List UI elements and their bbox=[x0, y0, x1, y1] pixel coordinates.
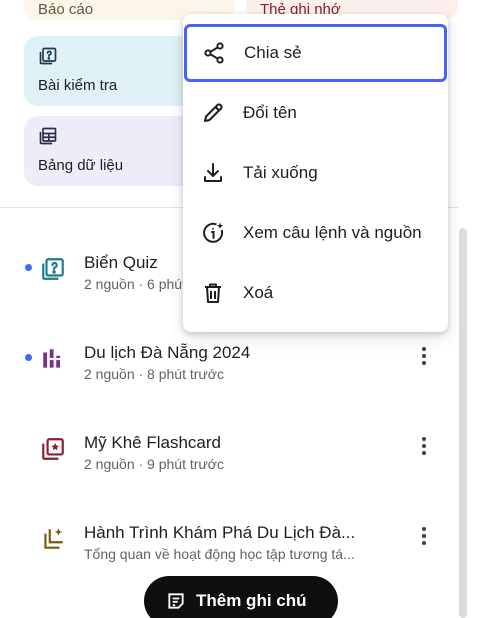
share-icon bbox=[204, 42, 224, 64]
menu-item-label: Tải xuống bbox=[243, 163, 318, 182]
menu-item-download[interactable]: Tải xuống bbox=[183, 144, 448, 202]
more-options-button[interactable] bbox=[412, 524, 436, 548]
menu-item-label: Chia sẻ bbox=[244, 43, 302, 62]
note-icon bbox=[168, 593, 184, 609]
unread-dot bbox=[25, 264, 32, 271]
menu-item-label: Đổi tên bbox=[243, 103, 297, 122]
scrollbar-track[interactable] bbox=[470, 0, 485, 618]
more-options-button[interactable] bbox=[412, 434, 436, 458]
flashcard-icon bbox=[42, 438, 64, 460]
quiz-card-label: Bài kiểm tra bbox=[38, 77, 118, 94]
quiz-icon bbox=[42, 258, 64, 280]
note-item[interactable]: Hành Trình Khám Phá Du Lịch Đà... Tổng q… bbox=[0, 506, 458, 566]
menu-item-rename[interactable]: Đổi tên bbox=[183, 84, 448, 142]
trash-icon bbox=[205, 283, 221, 303]
note-title: Biển Quiz bbox=[84, 253, 158, 272]
note-meta: Tổng quan về hoạt động học tập tương tá.… bbox=[84, 546, 355, 562]
note-title: Hành Trình Khám Phá Du Lịch Đà... bbox=[84, 523, 356, 542]
menu-item-label: Xem câu lệnh và nguồn bbox=[243, 223, 422, 242]
note-item[interactable]: Mỹ Khê Flashcard 2 nguồn · 9 phút trước bbox=[0, 416, 458, 476]
add-note-label: Thêm ghi chú bbox=[196, 591, 307, 610]
info-sparkle-icon bbox=[203, 222, 224, 243]
note-meta: 2 nguồn · 9 phút trước bbox=[84, 456, 224, 472]
pencil-icon bbox=[204, 103, 223, 122]
data-table-icon bbox=[43, 349, 61, 368]
scrollbar-thumb[interactable] bbox=[459, 228, 467, 618]
note-context-menu: Chia sẻ Đổi tên Tải xuống Xem câu lệnh v… bbox=[183, 14, 448, 332]
note-title: Du lịch Đà Nẵng 2024 bbox=[84, 343, 251, 362]
report-icon bbox=[44, 528, 63, 549]
unread-dot bbox=[25, 354, 32, 361]
menu-item-share[interactable]: Chia sẻ bbox=[184, 24, 447, 82]
data-table-card-label: Bảng dữ liệu bbox=[38, 157, 124, 174]
download-icon bbox=[204, 163, 222, 182]
note-meta: 2 nguồn · 8 phút trước bbox=[84, 366, 224, 382]
data-table-card-icon bbox=[39, 127, 57, 145]
menu-item-view-prompt-sources[interactable]: Xem câu lệnh và nguồn bbox=[183, 204, 448, 262]
note-item[interactable]: Du lịch Đà Nẵng 2024 2 nguồn · 8 phút tr… bbox=[0, 326, 458, 386]
menu-item-delete[interactable]: Xoá bbox=[183, 264, 448, 322]
note-title: Mỹ Khê Flashcard bbox=[84, 433, 221, 452]
report-card-label: Báo cáo bbox=[38, 1, 94, 18]
menu-item-label: Xoá bbox=[243, 283, 274, 302]
more-options-button[interactable] bbox=[412, 344, 436, 368]
quiz-card-icon bbox=[39, 47, 57, 65]
add-note-button[interactable]: Thêm ghi chú bbox=[144, 576, 338, 618]
